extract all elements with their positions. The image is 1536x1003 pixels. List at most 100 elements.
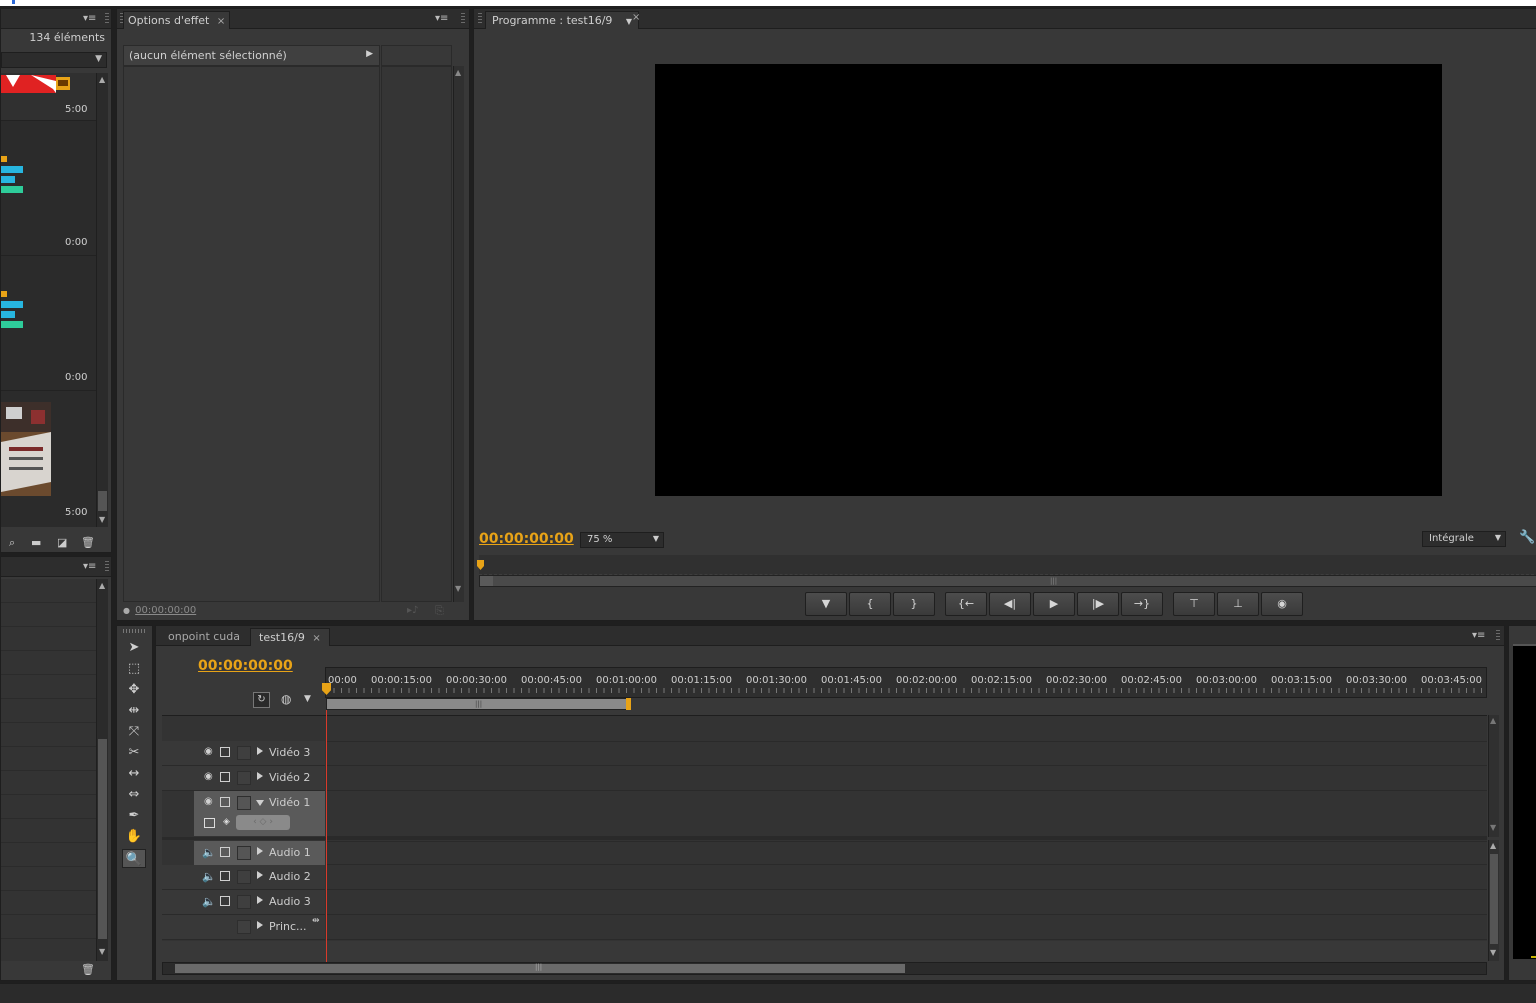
film-icon[interactable] (220, 847, 230, 857)
go-to-out-button[interactable]: →} (1121, 592, 1163, 616)
keyframe-nav[interactable]: ‹ ◇ › (236, 815, 290, 830)
expand-triangle-icon[interactable] (257, 871, 263, 879)
track-header-video-2[interactable]: ◉ Vidéo 2 (162, 766, 325, 791)
expand-triangle-icon[interactable] (257, 747, 263, 755)
step-forward-button[interactable]: |▶ (1077, 592, 1119, 616)
close-icon[interactable]: × (312, 633, 320, 644)
play-button[interactable]: ▶ (1033, 592, 1075, 616)
effect-options-timecode[interactable]: ● 00:00:00:00 (123, 605, 196, 616)
speaker-icon[interactable]: 🔈 (202, 870, 216, 883)
film-icon[interactable] (220, 772, 230, 782)
track-header-video-1[interactable]: ◉ Vidéo 1 ◈ ‹ ◇ › (194, 791, 325, 836)
thumbnail-item[interactable]: 5:00 (1, 73, 96, 121)
tab-effect-options[interactable]: Options d'effet × (123, 11, 231, 29)
track-divider[interactable] (162, 837, 1487, 840)
go-to-in-button[interactable]: {← (945, 592, 987, 616)
snap-icon[interactable]: ↻ (253, 692, 270, 708)
close-icon[interactable]: × (217, 16, 225, 27)
panel-grip-icon[interactable] (461, 13, 465, 25)
panel-grip-icon[interactable] (1496, 630, 1500, 642)
track-row-video-3[interactable] (326, 741, 1487, 766)
track-row-audio-1[interactable] (326, 841, 1487, 865)
pen-tool-icon[interactable]: ✒ (122, 806, 146, 825)
thumbnail-item[interactable]: 5:00 (1, 392, 96, 526)
marker-icon[interactable]: ▼ (304, 694, 311, 704)
track-row-video-1[interactable] (326, 791, 1487, 837)
expand-triangle-icon[interactable] (257, 772, 263, 780)
track-row-video-2[interactable] (326, 766, 1487, 791)
lock-toggle[interactable] (237, 796, 251, 810)
lock-toggle[interactable] (237, 771, 251, 785)
search-icon[interactable]: ⌕ (9, 536, 15, 550)
speaker-icon[interactable]: 🔈 (202, 846, 216, 859)
panel-menu-icon[interactable]: ▾≡ (83, 561, 96, 572)
panel-menu-icon[interactable]: ▾≡ (435, 13, 448, 24)
track-header-video-3[interactable]: ◉ Vidéo 3 (162, 741, 325, 766)
expand-triangle-icon[interactable] (257, 921, 263, 929)
lock-toggle[interactable] (237, 920, 251, 934)
audio-icon[interactable]: ▸♪ (407, 605, 418, 616)
close-icon[interactable]: × (632, 12, 640, 23)
panel-grip-icon[interactable] (478, 13, 482, 25)
folder-icon[interactable]: ▬ (31, 536, 41, 549)
film-icon[interactable] (220, 797, 230, 807)
zoom-select[interactable]: 75 % ▼ (580, 532, 664, 548)
hand-tool-icon[interactable]: ✋ (122, 827, 146, 846)
track-row-audio-2[interactable] (326, 865, 1487, 890)
film-icon[interactable] (220, 747, 230, 757)
trash-icon[interactable]: 🗑 (81, 536, 95, 549)
export-frame-button[interactable]: ◉ (1261, 592, 1303, 616)
ripple-edit-tool-icon[interactable]: ✥ (122, 680, 146, 699)
track-row-master[interactable] (326, 915, 1487, 940)
panel-menu-icon[interactable]: ▾≡ (83, 13, 96, 24)
eye-icon[interactable]: ◉ (204, 796, 213, 807)
project-scrollbar[interactable]: ▲ ▼ (96, 73, 108, 527)
export-icon[interactable]: ⎘ (435, 604, 444, 618)
monitor-time-ruler[interactable] (479, 555, 1536, 575)
video-tracks-scrollbar[interactable]: ▲ ▼ (1488, 715, 1499, 837)
project-filter-select[interactable]: ▼ (1, 52, 107, 68)
mark-in-button[interactable]: { (849, 592, 891, 616)
trash-icon[interactable]: 🗑 (81, 963, 95, 976)
zoom-tool-icon[interactable]: 🔍 (122, 849, 146, 868)
track-header-audio-3[interactable]: 🔈 Audio 3 (162, 890, 325, 915)
expand-arrow-icon[interactable]: ▶ (366, 49, 373, 59)
slide-tool-icon[interactable]: ⇔ (122, 785, 146, 804)
track-select-tool-icon[interactable]: ⬚ (122, 659, 146, 678)
audio-tracks-scrollbar[interactable]: ▲ ▼ (1488, 840, 1499, 961)
thumbnail-item[interactable]: 0:00 (1, 122, 96, 256)
expand-triangle-icon[interactable] (257, 847, 263, 855)
resize-handle-icon[interactable]: ⇹ (312, 916, 320, 926)
eye-icon[interactable]: ◉ (204, 746, 213, 757)
work-area-bar[interactable]: ||| (326, 698, 629, 710)
lock-toggle[interactable] (237, 746, 251, 760)
tab-program[interactable]: Programme : test16/9 ▼ (485, 11, 640, 29)
film-icon[interactable] (220, 896, 230, 906)
program-video-frame[interactable] (655, 64, 1442, 496)
lock-toggle[interactable] (237, 870, 251, 884)
panel-grip-icon[interactable] (105, 13, 109, 25)
rate-stretch-tool-icon[interactable]: ⤧ (122, 722, 146, 741)
new-item-icon[interactable]: ◪ (57, 536, 67, 549)
timeline-hscrollbar[interactable]: ||| (162, 962, 1487, 975)
speaker-icon[interactable]: 🔈 (202, 895, 216, 908)
add-marker-button[interactable]: ▼ (805, 592, 847, 616)
track-header-audio-1[interactable]: 🔈 Audio 1 (194, 841, 325, 865)
rolling-edit-tool-icon[interactable]: ⇹ (122, 701, 146, 720)
display-style-icon[interactable] (204, 818, 215, 828)
selection-tool-icon[interactable]: ➤ (122, 638, 146, 657)
tab-sequence-test[interactable]: test16/9 × (250, 628, 330, 646)
effect-selection-header[interactable]: (aucun élément sélectionné) ▶ (123, 45, 380, 66)
lift-button[interactable]: ⊤ (1173, 592, 1215, 616)
thumbnail-item[interactable]: 0:00 (1, 257, 96, 391)
film-icon[interactable] (220, 871, 230, 881)
left-lower-scrollbar[interactable]: ▲ ▼ (96, 579, 108, 961)
track-header-master[interactable]: Princ... ⇹ (162, 915, 325, 940)
monitor-zoom-bar[interactable]: ||| (479, 575, 1536, 587)
collapse-triangle-icon[interactable] (256, 800, 264, 806)
step-back-button[interactable]: ◀| (989, 592, 1031, 616)
expand-triangle-icon[interactable] (257, 896, 263, 904)
extract-button[interactable]: ⊥ (1217, 592, 1259, 616)
razor-tool-icon[interactable]: ✂ (122, 743, 146, 762)
program-timecode[interactable]: 00:00:00:00 (479, 531, 574, 547)
